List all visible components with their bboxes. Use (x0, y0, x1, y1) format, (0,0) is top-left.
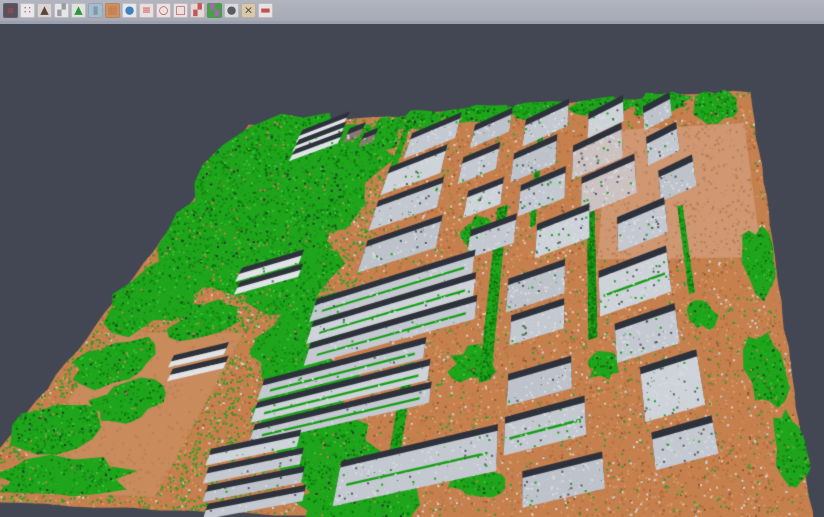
tiles-icon-glyph: ▞ (57, 3, 65, 18)
toolbar: ▪ ∷ ▲ ▞ ▲ ▮ ▦ ● ≡ ○ □ ▞ ▚ ● × ▬ (0, 0, 824, 24)
classification-palette-icon[interactable]: ▚ (207, 3, 222, 18)
faceted-sphere-icon[interactable]: ● (224, 3, 239, 18)
red-list-icon-glyph: ≡ (142, 3, 151, 18)
preview-tile-icon-glyph: ▪ (7, 3, 14, 18)
vertical-slab-icon-glyph: ▮ (92, 3, 98, 18)
checker-select-icon[interactable]: ▞ (190, 3, 205, 18)
checker-select-icon-glyph: ▞ (193, 3, 201, 18)
point-cloud-3d-viewport[interactable] (0, 0, 824, 517)
flag-stripes-icon-glyph: ▬ (260, 3, 270, 18)
scatter-classify-icon-glyph: ∷ (24, 3, 31, 18)
globe-icon-glyph: ● (125, 3, 135, 18)
flag-stripes-icon[interactable]: ▬ (258, 3, 273, 18)
terrain-hill-icon-glyph: ▲ (74, 3, 82, 18)
rect-select-icon-glyph: □ (175, 3, 185, 18)
terrain-hill-icon[interactable]: ▲ (71, 3, 86, 18)
ortho-image-icon-glyph: ▦ (107, 3, 117, 18)
rect-select-icon[interactable]: □ (173, 3, 188, 18)
faceted-sphere-icon-glyph: ● (227, 3, 237, 18)
circle-select-icon[interactable]: ○ (156, 3, 171, 18)
circle-select-icon-glyph: ○ (159, 3, 169, 18)
application-window: ▪ ∷ ▲ ▞ ▲ ▮ ▦ ● ≡ ○ □ ▞ ▚ ● × ▬ (0, 0, 824, 517)
cross-marker-icon-glyph: × (244, 3, 253, 18)
scatter-classify-icon[interactable]: ∷ (20, 3, 35, 18)
red-list-icon[interactable]: ≡ (139, 3, 154, 18)
cross-marker-icon[interactable]: × (241, 3, 256, 18)
tiles-icon[interactable]: ▞ (54, 3, 69, 18)
globe-icon[interactable]: ● (122, 3, 137, 18)
vertical-slab-icon[interactable]: ▮ (88, 3, 103, 18)
mountain-icon[interactable]: ▲ (37, 3, 52, 18)
mountain-icon-glyph: ▲ (40, 3, 48, 18)
classification-palette-icon-glyph: ▚ (210, 3, 218, 18)
ortho-image-icon[interactable]: ▦ (105, 3, 120, 18)
preview-tile-icon[interactable]: ▪ (3, 3, 18, 18)
